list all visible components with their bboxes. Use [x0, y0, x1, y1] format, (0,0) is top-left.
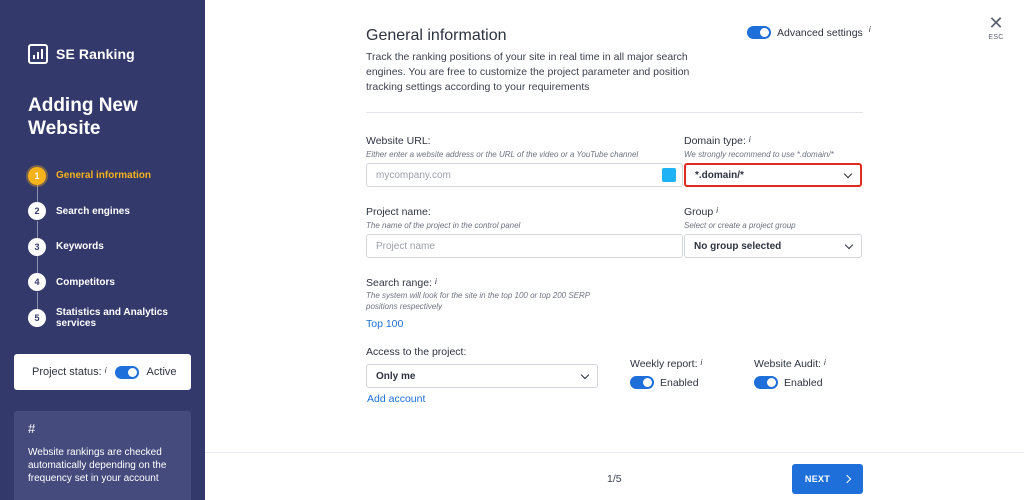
steps-list: 1 General information 2 Search engines 3…	[28, 158, 198, 336]
weekly-report-row: Enabled	[630, 376, 699, 389]
group-hint: Select or create a project group	[684, 221, 796, 230]
website-audit-row: Enabled	[754, 376, 823, 389]
group-select[interactable]: No group selected	[684, 234, 862, 258]
project-status-value: Active	[146, 366, 177, 378]
step-label: Competitors	[56, 276, 115, 288]
website-url-label: Website URL:	[366, 135, 431, 147]
tip-text: Website rankings are checked automatical…	[28, 447, 167, 484]
logo: SE Ranking	[28, 44, 135, 64]
color-swatch-icon[interactable]	[662, 168, 676, 182]
step-number: 4	[28, 273, 46, 292]
page-title: Adding New Website	[28, 95, 138, 139]
info-icon: i	[868, 25, 871, 34]
group-label: Group i	[684, 206, 718, 218]
access-label: Access to the project:	[366, 346, 467, 358]
group-value: No group selected	[694, 240, 782, 252]
website-url-input[interactable]: mycompany.com	[366, 163, 683, 187]
website-audit-label: Website Audit: i	[754, 358, 826, 370]
chevron-down-icon	[843, 169, 853, 178]
website-url-hint: Either enter a website address or the UR…	[366, 150, 639, 159]
domain-type-select[interactable]: *.domain/*	[684, 163, 862, 187]
advanced-settings[interactable]: Advanced settings i	[747, 25, 871, 39]
website-url-placeholder: mycompany.com	[376, 169, 451, 181]
search-range-link[interactable]: Top 100	[366, 318, 403, 330]
project-status-label: Project status: i	[32, 366, 107, 378]
domain-type-hint: We strongly recommend to use *.domain/*	[684, 150, 834, 159]
info-icon: i	[823, 358, 826, 367]
chevron-right-icon	[842, 474, 852, 484]
step-label: General information	[56, 170, 152, 182]
step-label: Search engines	[56, 205, 130, 217]
next-button[interactable]: NEXT	[792, 464, 863, 494]
next-label: NEXT	[804, 474, 831, 484]
section-title: General information	[366, 27, 507, 44]
add-account-link[interactable]: Add account	[367, 393, 425, 405]
advanced-settings-label: Advanced settings	[777, 26, 863, 39]
footer: 1/5 NEXT	[205, 452, 1024, 500]
weekly-report-label: Weekly report: i	[630, 358, 703, 370]
project-name-hint: The name of the project in the control p…	[366, 221, 521, 230]
close-icon: ✕	[988, 13, 1004, 33]
website-audit-toggle[interactable]	[754, 376, 778, 389]
divider	[366, 112, 863, 113]
search-range-label: Search range: i	[366, 277, 437, 289]
step-label: Keywords	[56, 241, 104, 253]
logo-icon	[28, 44, 48, 64]
access-select[interactable]: Only me	[366, 364, 598, 388]
access-value: Only me	[376, 370, 416, 382]
weekly-report-value: Enabled	[660, 376, 699, 389]
domain-type-label: Domain type: i	[684, 135, 751, 147]
step-competitors[interactable]: 4 Competitors	[28, 265, 198, 309]
step-number: 3	[28, 237, 46, 256]
search-range-hint: The system will look for the site in the…	[366, 291, 590, 311]
esc-label: ESC	[988, 34, 1004, 41]
chevron-down-icon	[844, 240, 854, 249]
tip-card: # Website rankings are checked automatic…	[14, 411, 191, 500]
step-general-information[interactable]: 1 General information	[28, 158, 198, 202]
step-search-engines[interactable]: 2 Search engines	[28, 194, 198, 238]
project-name-label: Project name:	[366, 206, 431, 218]
hash-icon: #	[28, 421, 36, 436]
weekly-report-toggle[interactable]	[630, 376, 654, 389]
section-description: Track the ranking positions of your site…	[366, 51, 690, 93]
sidebar: SE Ranking Adding New Website 1 General …	[0, 0, 205, 500]
step-number: 2	[28, 202, 46, 221]
project-status-card: Project status: i Active	[14, 354, 191, 390]
page-indicator: 1/5	[607, 473, 622, 485]
project-name-placeholder: Project name	[376, 240, 435, 252]
info-icon: i	[716, 206, 718, 215]
step-number: 1	[28, 166, 46, 185]
project-status-toggle[interactable]	[114, 365, 139, 379]
main-panel: ✕ ESC General information Track the rank…	[205, 0, 1024, 500]
domain-type-value: *.domain/*	[695, 169, 744, 181]
step-statistics-analytics[interactable]: 5 Statistics and Analytics services	[28, 300, 198, 336]
step-label: Statistics and Analytics services	[56, 306, 168, 329]
info-icon: i	[104, 366, 107, 375]
advanced-settings-toggle[interactable]	[747, 26, 771, 39]
step-keywords[interactable]: 3 Keywords	[28, 229, 198, 273]
info-icon: i	[700, 358, 703, 367]
info-icon: i	[434, 277, 437, 286]
chevron-down-icon	[580, 370, 590, 379]
website-audit-value: Enabled	[784, 376, 823, 389]
step-number: 5	[28, 308, 46, 327]
project-name-input[interactable]: Project name	[366, 234, 683, 258]
logo-text: SE Ranking	[56, 46, 135, 62]
close-button[interactable]: ✕ ESC	[986, 14, 1006, 41]
info-icon: i	[748, 135, 751, 144]
